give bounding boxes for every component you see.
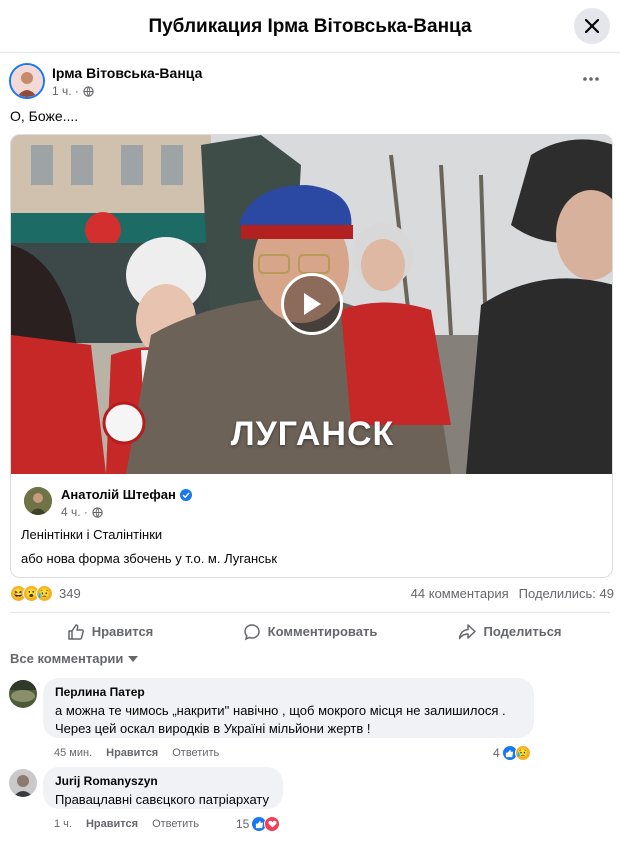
shared-author-name[interactable]: Анатолій Штефан xyxy=(61,487,176,502)
comment-time[interactable]: 45 мин. xyxy=(54,747,92,759)
post-text: О, Боже.... xyxy=(10,108,79,124)
love-reaction-icon xyxy=(264,816,281,832)
comment-reactions[interactable]: 15 xyxy=(236,816,281,832)
like-label: Нравится xyxy=(91,624,154,639)
verified-icon xyxy=(179,488,192,501)
comment-button[interactable]: Комментировать xyxy=(210,613,410,644)
comment-count[interactable]: 44 комментария xyxy=(411,586,509,601)
comment-text-line-1: а можна те чимось „накрити'' навічно , щ… xyxy=(55,703,506,718)
more-options-button[interactable] xyxy=(579,67,603,91)
shared-meta: 4 ч. · xyxy=(61,505,103,519)
comment-bubble: Перлина Патер а можна те чимось „накрити… xyxy=(43,678,534,738)
comments-sort-dropdown[interactable]: Все комментарии xyxy=(10,651,139,666)
globe-icon xyxy=(92,506,103,518)
share-button[interactable]: Поделиться xyxy=(410,613,610,644)
post-author[interactable]: Ірма Вітовська-Ванца xyxy=(52,65,202,81)
comment-bubble: Jurij Romanyszyn Правацлавні савєцкого п… xyxy=(43,767,283,809)
comment-icon xyxy=(243,623,260,640)
commenter-name[interactable]: Перлина Патер xyxy=(55,685,522,699)
more-icon xyxy=(583,77,599,81)
share-label: Поделиться xyxy=(483,624,562,639)
video-player[interactable]: ЛУГАНСК xyxy=(11,135,612,474)
commenter-avatar[interactable] xyxy=(9,769,37,797)
sad-reaction-icon: 😥 xyxy=(514,745,531,761)
share-count[interactable]: Поделились: 49 xyxy=(519,586,614,601)
comment-reactions[interactable]: 4 😥 xyxy=(493,745,531,761)
post-meta: 1 ч. · xyxy=(52,84,94,98)
comment-like-button[interactable]: Нравится xyxy=(86,818,138,830)
sad-icon: 😥 xyxy=(36,585,53,602)
comment-like-button[interactable]: Нравится xyxy=(106,747,158,759)
commenter-name[interactable]: Jurij Romanyszyn xyxy=(55,774,271,788)
comment-reply-button[interactable]: Ответить xyxy=(152,818,199,830)
comment-text-line-2: Через цей оскал виродків в Україні мільй… xyxy=(55,721,371,736)
reaction-summary[interactable]: 😆 😮 😥 349 xyxy=(10,585,81,602)
close-button[interactable] xyxy=(574,8,610,44)
comment-meta: 1 ч. Нравится Ответить xyxy=(54,818,199,830)
shared-author: Анатолій Штефан xyxy=(61,487,192,502)
shared-time[interactable]: 4 ч. · xyxy=(61,505,88,519)
shared-text-line-2: або нова форма збочень у т.о. м. Лугансь… xyxy=(21,551,278,566)
author-avatar[interactable] xyxy=(9,63,45,99)
comment-reaction-count: 15 xyxy=(236,817,250,831)
video-caption: ЛУГАНСК xyxy=(230,415,395,453)
like-button[interactable]: Нравится xyxy=(10,613,210,644)
shared-author-avatar[interactable] xyxy=(24,487,52,515)
like-icon xyxy=(67,623,84,640)
dialog-header: Публикация Ірма Вітовська-Ванца xyxy=(0,0,620,53)
shared-post-card[interactable]: ЛУГАНСК Анатолій Штефан 4 ч. · Ленінтінк… xyxy=(10,134,613,578)
share-icon xyxy=(459,623,477,639)
comment-reply-button[interactable]: Ответить xyxy=(172,747,219,759)
post-time[interactable]: 1 ч. · xyxy=(52,84,79,98)
post-stats: 😆 😮 😥 349 44 комментария Поделились: 49 xyxy=(10,585,614,605)
globe-icon xyxy=(83,85,94,97)
play-icon xyxy=(304,293,321,315)
comment-time[interactable]: 1 ч. xyxy=(54,818,72,830)
post-actions: Нравится Комментировать Поделиться xyxy=(10,612,610,644)
commenter-avatar[interactable] xyxy=(9,680,37,708)
play-button[interactable] xyxy=(281,273,343,335)
chevron-down-icon xyxy=(128,655,139,662)
close-icon xyxy=(585,19,599,33)
comment-text-line-1: Правацлавні савєцкого патріархату xyxy=(55,792,269,807)
dialog-title: Публикация Ірма Вітовська-Ванца xyxy=(148,16,472,37)
post-header: Ірма Вітовська-Ванца 1 ч. · xyxy=(9,63,609,103)
comment-meta: 45 мин. Нравится Ответить xyxy=(54,747,219,759)
comments-sort-label: Все комментарии xyxy=(10,651,124,666)
comment-reaction-count: 4 xyxy=(493,746,500,760)
reaction-count: 349 xyxy=(59,586,81,601)
shared-text-line-1: Ленінтінки і Сталінтінки xyxy=(21,527,163,542)
comment-label: Комментировать xyxy=(267,624,378,639)
